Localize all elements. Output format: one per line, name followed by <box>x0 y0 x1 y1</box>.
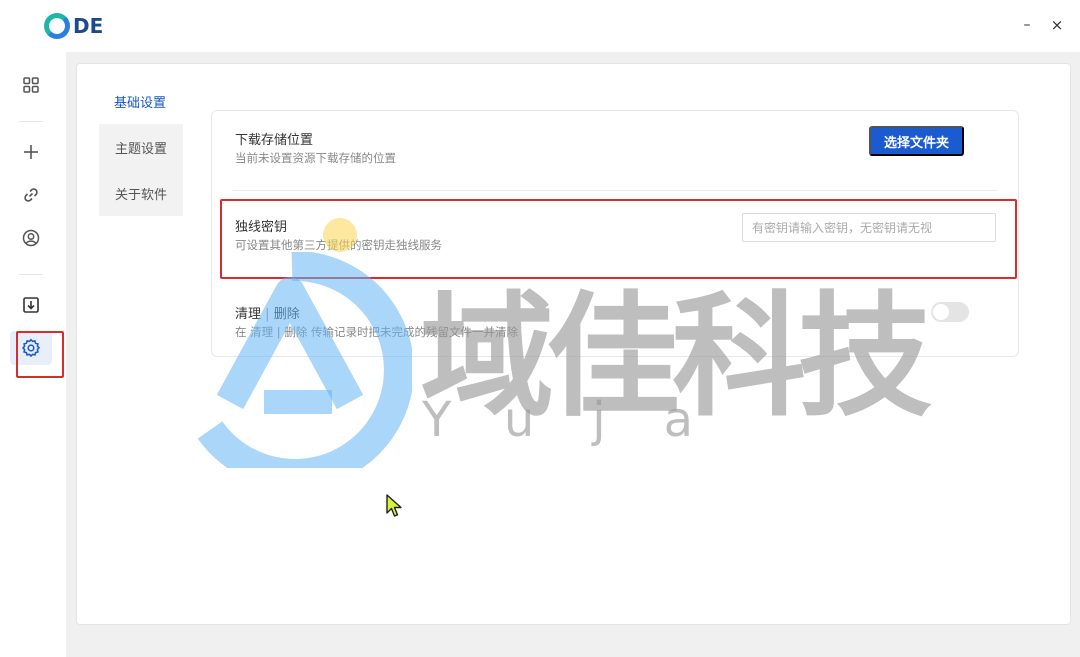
cleanup-title-separator: | <box>265 307 270 322</box>
tab-basic-settings[interactable]: 基础设置 <box>114 92 166 111</box>
link-icon <box>24 188 38 202</box>
section-divider <box>233 190 997 191</box>
click-highlight <box>323 218 357 252</box>
apps-grid-button[interactable] <box>18 72 44 98</box>
settings-tabs: 主题设置 关于软件 <box>99 124 183 216</box>
minimize-button[interactable]: – <box>1018 16 1036 34</box>
account-button[interactable] <box>18 225 44 251</box>
cleanup-desc: 在 清理 | 删除 传输记录时把未完成的残留文件一并清除 <box>235 325 518 339</box>
add-button[interactable] <box>18 139 44 165</box>
logo-ring-icon <box>44 13 70 39</box>
rail-divider <box>19 274 43 275</box>
choose-folder-button[interactable]: 选择文件夹 <box>869 126 964 156</box>
app-logo: DE <box>44 13 103 39</box>
plus-icon <box>24 145 38 159</box>
logo-text: DE <box>73 14 104 38</box>
download-location-title: 下载存储位置 <box>235 133 314 148</box>
grid-icon <box>23 77 39 93</box>
downloads-button[interactable] <box>18 292 44 318</box>
cleanup-title-delete: 删除 <box>273 307 300 322</box>
mouse-pointer-icon <box>386 494 402 517</box>
toggle-knob <box>933 304 949 320</box>
cleanup-title: 清理 | 删除 <box>235 303 300 322</box>
tab-about[interactable]: 关于软件 <box>99 170 183 216</box>
download-icon <box>23 297 39 313</box>
title-bar: DE – × <box>0 0 1080 52</box>
user-icon <box>22 229 40 247</box>
close-button[interactable]: × <box>1048 16 1066 34</box>
tab-theme-settings[interactable]: 主题设置 <box>99 124 183 170</box>
cleanup-title-clear: 清理 <box>235 307 262 322</box>
settings-highlight-box <box>16 331 64 378</box>
link-button[interactable] <box>18 182 44 208</box>
cleanup-toggle[interactable] <box>931 302 969 322</box>
download-location-desc: 当前未设置资源下载存储的位置 <box>235 151 396 165</box>
rail-divider <box>19 121 43 122</box>
